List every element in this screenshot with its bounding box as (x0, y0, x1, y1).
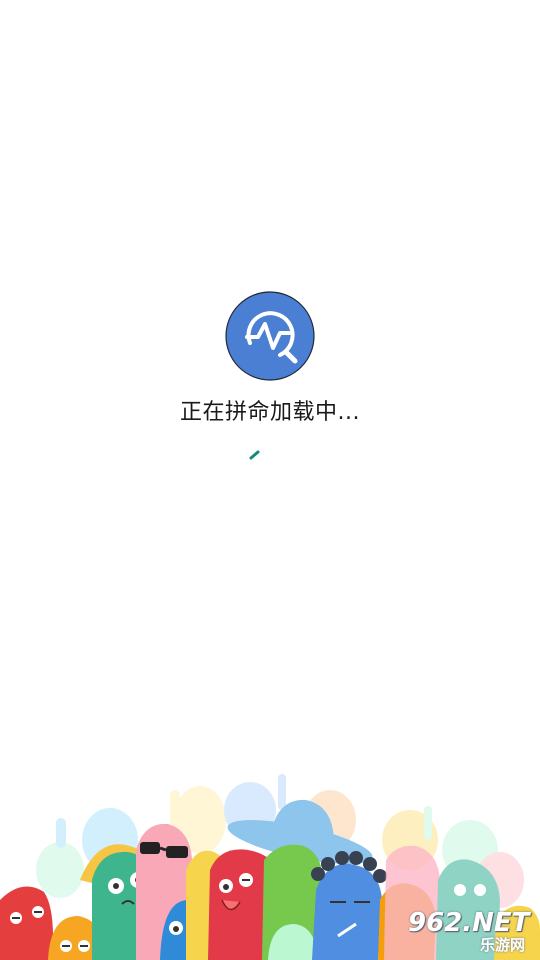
loading-message: 正在拼命加载中... (180, 400, 360, 425)
splash-screen: 正在拼命加载中... 962.NET 乐游网 (0, 0, 540, 960)
loading-spinner (249, 450, 260, 460)
pulse-search-icon (225, 291, 315, 381)
watermark: 962.NET 乐游网 (402, 908, 538, 960)
watermark-sub: 乐游网 (480, 936, 526, 954)
